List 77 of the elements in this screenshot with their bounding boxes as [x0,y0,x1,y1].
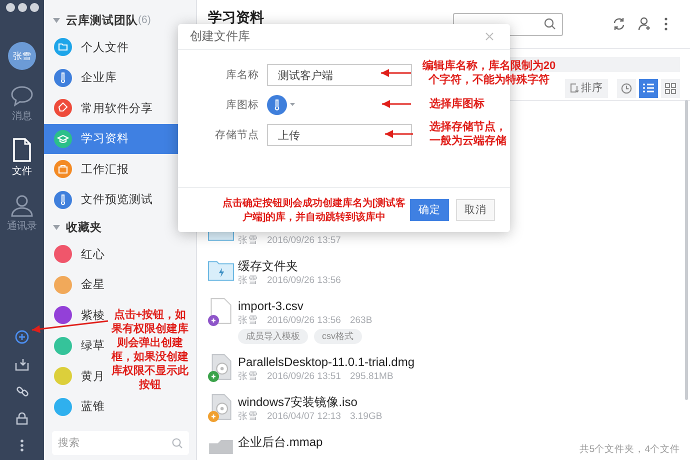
file-owner: 张雪 [238,314,258,328]
recent-view-button[interactable] [617,78,636,98]
annotation-arrow [384,128,414,140]
file-owner: 张雪 [238,234,258,248]
search-field[interactable]: 搜索 [52,431,189,455]
file-size: 263B [350,314,372,328]
file-count: 共5个文件夹，4个文件 [579,443,680,456]
sidebar-item[interactable]: 文件预览测试 [44,184,157,215]
chat-icon [10,85,34,107]
file-name[interactable]: ParallelsDesktop-11.0.1-trial.dmg [238,354,415,370]
file-date: 2016/09/26 13:56 [267,274,341,288]
dialog-title: 创建文件库 [190,28,250,45]
file-name[interactable]: import-3.csv [238,298,372,314]
sidebar-item[interactable]: 金星 [44,270,109,300]
sidebar-item[interactable]: 常用软件分享 [44,93,157,124]
more-icon[interactable] [20,439,24,452]
file-name[interactable]: 企业后台.mmap [238,434,323,450]
sidebar-item[interactable]: 个人文件 [44,32,133,62]
annotation-note: 编辑库名称，库名限制为20个字符，不能为特殊字符 [421,59,557,87]
page-title: 学习资料 [208,9,264,27]
file-name[interactable]: 缓存文件夹 [238,258,341,274]
file-date: 2016/09/26 13:56 [267,314,341,328]
field-label: 库名称 [225,68,259,82]
list-icon [643,83,654,93]
grid-view-button[interactable] [661,78,680,98]
file-owner: 张雪 [238,370,258,384]
inbox-icon[interactable] [15,358,29,371]
list-view-button[interactable] [639,78,658,98]
file-name[interactable]: windows7安装镜像.iso [238,394,382,410]
file-owner: 张雪 [238,274,258,288]
search-icon[interactable] [544,18,556,30]
file-owner: 张雪 [238,410,258,424]
group-title: 云库测试团队 [66,13,138,28]
person-icon [10,193,34,217]
file-icon [12,138,32,162]
annotation-note: 点击确定按钮则会成功创建库名为[测试客户端]的库，并自动跳转到该库中 [221,197,407,225]
group-title: 收藏夹 [66,220,102,234]
more-icon[interactable] [664,17,668,31]
annotation-note: 点击+按钮，如果有权限创建库则会弹出创建框，如果没创建库权限不显示此按钮 [110,308,190,392]
sidebar-item[interactable]: 黄月 [44,361,109,392]
grid-icon [665,82,676,94]
field-label: 库图标 [225,98,259,112]
file-date: 2016/09/26 13:51 [267,370,341,384]
confirm-button[interactable]: 确定 [410,199,449,221]
folder-icon [208,258,234,284]
annotation-arrow [381,98,412,110]
sidebar-item[interactable]: 工作汇报 [44,154,133,184]
add-user-icon[interactable] [638,17,652,31]
annotation-note: 选择库图标 [428,97,486,111]
sidebar-item[interactable]: 企业库 [44,62,121,93]
annotation-arrow [380,67,412,79]
sidebar-item[interactable]: 紫棱 [44,300,109,330]
sidebar-item[interactable]: 绿草 [44,330,109,361]
sync-icon[interactable] [612,17,626,31]
lock-icon[interactable] [16,412,28,425]
caret-icon[interactable] [53,18,60,22]
file-size: 295.81MB [350,370,394,384]
file-size: 3.19GB [350,410,382,424]
add-icon[interactable] [15,330,29,344]
sidebar-item[interactable]: 蓝锥 [44,392,109,422]
nav-item[interactable]: 文件 [12,138,32,178]
scrollbar[interactable] [685,100,688,400]
sidebar-item[interactable]: 红心 [44,239,109,270]
annotation-note: 选择存储节点，一般为云端存储 [428,120,508,148]
group-count: (6) [138,14,151,26]
input-field[interactable]: 上传 [267,124,412,146]
input-field[interactable]: 测试客户端 [267,64,412,86]
cancel-button[interactable]: 取消 [456,199,495,221]
field-label: 存储节点 [214,128,259,142]
sort-button[interactable]: 排序 [565,78,608,98]
clock-icon [621,82,632,94]
file-date: 2016/09/26 13:57 [267,234,341,248]
caret-icon[interactable] [53,224,60,230]
icon-picker[interactable] [267,95,295,115]
file-date: 2016/04/07 12:13 [267,410,341,424]
link-icon[interactable] [16,385,28,398]
sort-icon [570,83,579,93]
